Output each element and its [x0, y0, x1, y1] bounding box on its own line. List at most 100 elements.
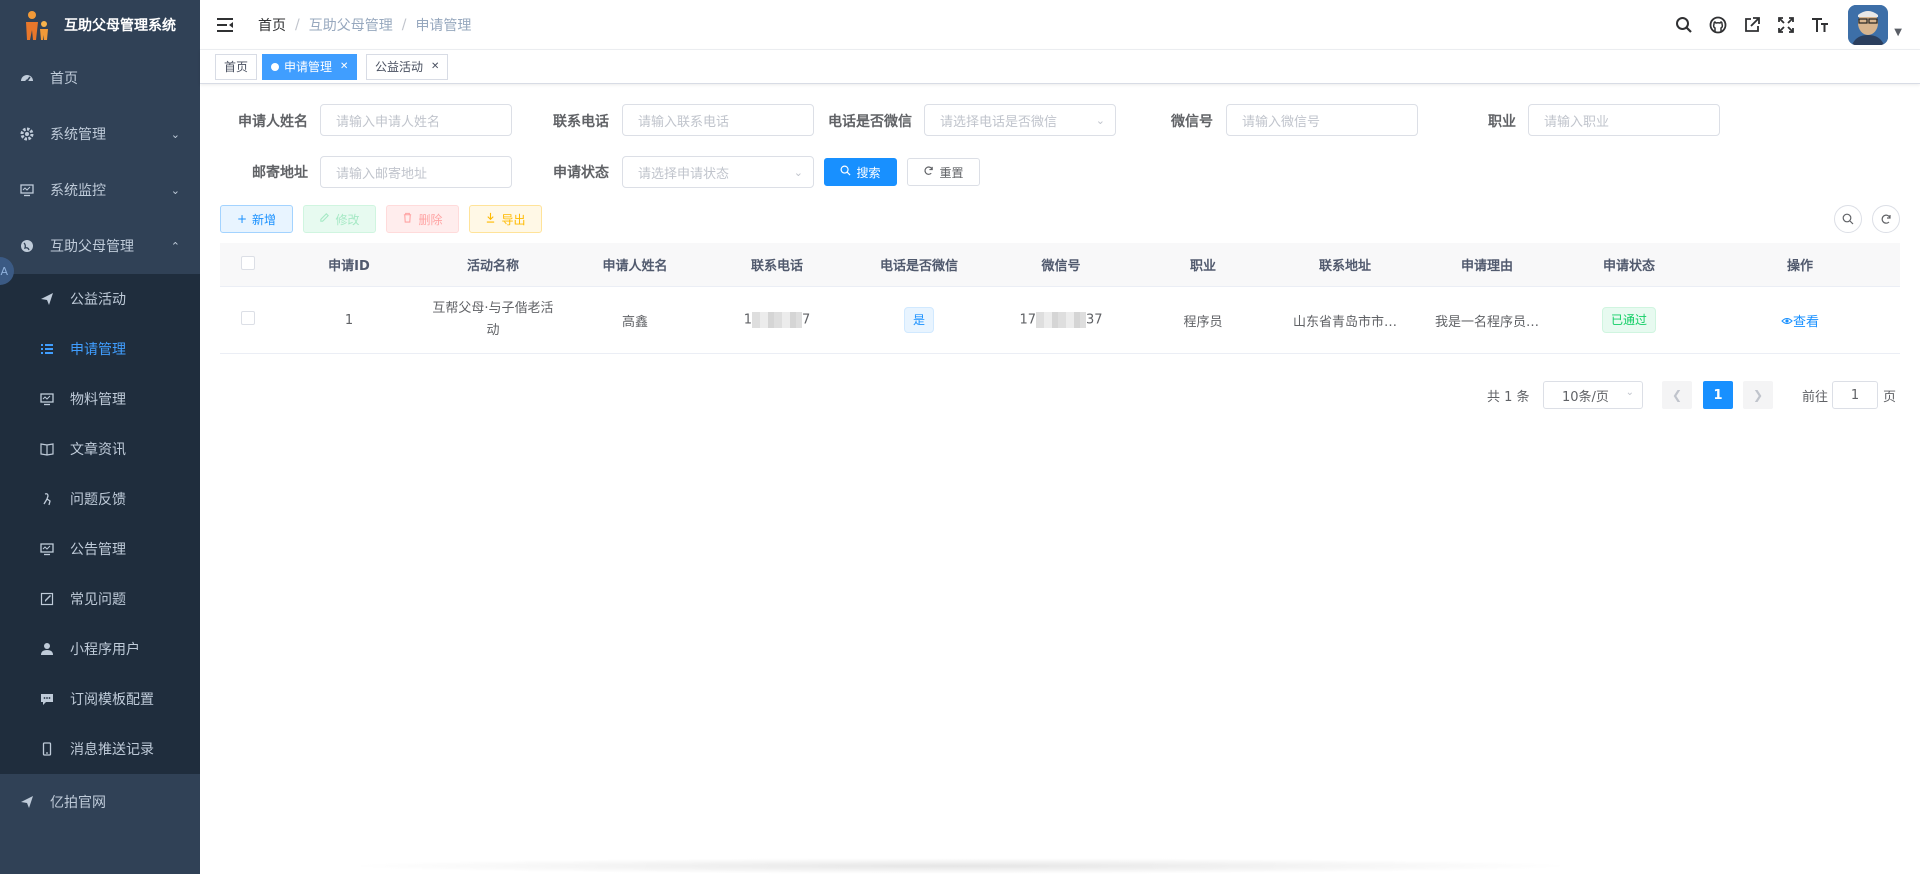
- close-icon[interactable]: ✕: [340, 55, 348, 79]
- redacted-mask: [1036, 312, 1086, 328]
- column-header: 联系电话: [750, 259, 803, 274]
- address-input[interactable]: 请输入邮寄地址: [320, 156, 512, 188]
- sidebar-item-notices[interactable]: 公告管理: [0, 524, 200, 574]
- column-header: 微信号: [1041, 259, 1081, 274]
- phone-icon: [40, 742, 54, 756]
- cell-actions: 查看: [1700, 311, 1900, 330]
- fullscreen-icon[interactable]: [1776, 15, 1796, 35]
- plus-icon: +: [236, 212, 248, 226]
- job-input[interactable]: 请输入职业: [1528, 104, 1720, 136]
- sidebar-item-faq[interactable]: 常见问题: [0, 574, 200, 624]
- logo[interactable]: 互助父母管理系统: [0, 0, 200, 50]
- sidebar-item-label: 公益活动: [70, 292, 126, 308]
- search-icon[interactable]: [1674, 15, 1694, 35]
- sidebar-item-home[interactable]: 首页: [0, 50, 200, 106]
- gear-icon: [20, 127, 34, 141]
- cell-wechat: 17 37: [990, 312, 1132, 328]
- font-size-icon[interactable]: [1810, 15, 1830, 35]
- cell-job: 程序员: [1183, 314, 1223, 330]
- sidebar-item-label: 系统监控: [50, 183, 106, 199]
- column-header: 操作: [1786, 259, 1813, 274]
- user-icon: [40, 642, 54, 656]
- sidebar-item-label: 系统管理: [50, 127, 106, 143]
- prev-page-button[interactable]: ❮: [1662, 381, 1692, 409]
- refresh-icon: [1881, 214, 1891, 224]
- send-icon: [20, 795, 34, 809]
- export-button[interactable]: 导出: [469, 205, 542, 233]
- column-header: 联系地址: [1318, 259, 1371, 274]
- monitor-icon: [20, 183, 34, 197]
- sidebar-item-charity[interactable]: 公益活动: [0, 274, 200, 324]
- sidebar-item-label: 小程序用户: [70, 642, 140, 658]
- breadcrumb-separator: /: [295, 17, 300, 33]
- tag-home[interactable]: 首页: [215, 54, 258, 80]
- toggle-search-button[interactable]: [1834, 205, 1862, 233]
- row-checkbox[interactable]: [220, 311, 276, 329]
- label-wechat: 微信号: [1171, 114, 1213, 130]
- edit-icon: [40, 592, 54, 606]
- sidebar-item-parents[interactable]: 互助父母管理 ⌃: [0, 218, 200, 274]
- column-header: 申请ID: [328, 259, 370, 274]
- breadcrumb-separator: /: [401, 17, 407, 33]
- page-number-current[interactable]: 1: [1703, 381, 1733, 409]
- chevron-down-icon: ⌄: [793, 166, 803, 179]
- github-icon[interactable]: [1708, 15, 1728, 35]
- tag-charity[interactable]: 公益活动 ✕: [366, 54, 449, 80]
- select-all-checkbox[interactable]: [220, 255, 276, 274]
- sidebar-item-system[interactable]: 系统管理 ⌄: [0, 106, 200, 162]
- sidebar-item-feedback[interactable]: 问题反馈: [0, 474, 200, 524]
- sidebar-item-applications[interactable]: 申请管理: [0, 324, 200, 374]
- tag-label: 申请管理: [284, 60, 333, 74]
- refresh-icon: [923, 165, 934, 179]
- chevron-down-icon: ⌄: [170, 184, 180, 197]
- caret-down-icon[interactable]: ▼: [1894, 27, 1902, 38]
- search-button[interactable]: 搜索: [824, 158, 897, 186]
- avatar[interactable]: [1848, 5, 1889, 45]
- close-icon[interactable]: ✕: [431, 55, 439, 79]
- page-shadow: [340, 858, 1580, 874]
- status-select[interactable]: 请选择申请状态 ⌄: [622, 156, 814, 188]
- is-wechat-select[interactable]: 请选择电话是否微信 ⌄: [924, 104, 1116, 136]
- page-size-select[interactable]: 10条/页 ⌄: [1543, 381, 1643, 409]
- sidebar-item-subscribe-templates[interactable]: 订阅模板配置: [0, 674, 200, 724]
- sidebar-item-label: 首页: [50, 71, 78, 87]
- applicant-name-input[interactable]: 请输入申请人姓名: [320, 104, 512, 136]
- delete-button-label: 删除: [418, 212, 443, 227]
- next-page-button[interactable]: ❯: [1743, 381, 1773, 409]
- label-job: 职业: [1488, 114, 1516, 130]
- sidebar-item-articles[interactable]: 文章资讯: [0, 424, 200, 474]
- cell-address: 山东省青岛市市…: [1292, 314, 1397, 330]
- external-link-icon[interactable]: [1742, 15, 1762, 35]
- sidebar-item-monitor[interactable]: 系统监控 ⌄: [0, 162, 200, 218]
- eye-icon: [1781, 317, 1793, 324]
- sidebar-item-website[interactable]: 亿拍官网: [0, 774, 200, 830]
- book-icon: [40, 442, 54, 456]
- cell-id: 1: [344, 312, 354, 328]
- sidebar-item-label: 常见问题: [70, 592, 126, 608]
- select-placeholder: 请选择电话是否微信: [940, 114, 1058, 130]
- sidebar-item-materials[interactable]: 物料管理: [0, 374, 200, 424]
- breadcrumb-parents[interactable]: 互助父母管理: [309, 15, 393, 35]
- phone-input[interactable]: 请输入联系电话: [622, 104, 814, 136]
- table-row: 1 互帮父母·与子偕老活动 高鑫 17 是 17 37 程序员 山东省青岛市市… …: [220, 287, 1900, 354]
- page-jump-input[interactable]: 1: [1832, 381, 1878, 409]
- refresh-table-button[interactable]: [1872, 205, 1900, 233]
- tag-applications[interactable]: 申请管理 ✕: [262, 54, 358, 80]
- reset-button[interactable]: 重置: [907, 158, 980, 186]
- send-icon: [40, 292, 54, 306]
- label-status: 申请状态: [553, 165, 609, 181]
- tag-label: 公益活动: [375, 60, 424, 74]
- view-button[interactable]: 查看: [1781, 315, 1819, 330]
- wechat-input[interactable]: 请输入微信号: [1226, 104, 1418, 136]
- sidebar-item-label: 亿拍官网: [50, 795, 106, 811]
- sidebar-item-push-records[interactable]: 消息推送记录: [0, 724, 200, 774]
- sidebar-item-mini-users[interactable]: 小程序用户: [0, 624, 200, 674]
- breadcrumb-home[interactable]: 首页: [258, 15, 286, 35]
- sidebar-item-label: 消息推送记录: [70, 742, 154, 758]
- hamburger-icon[interactable]: [216, 16, 234, 34]
- edit-button[interactable]: 修改: [303, 205, 376, 233]
- submenu-parents: 公益活动 申请管理 物料管理 文章资讯 问题反馈 公告管理 常见问题 小程序用户…: [0, 274, 200, 774]
- edit-icon: [319, 212, 330, 226]
- add-button[interactable]: + 新增: [220, 205, 293, 233]
- delete-button[interactable]: 删除: [386, 205, 459, 233]
